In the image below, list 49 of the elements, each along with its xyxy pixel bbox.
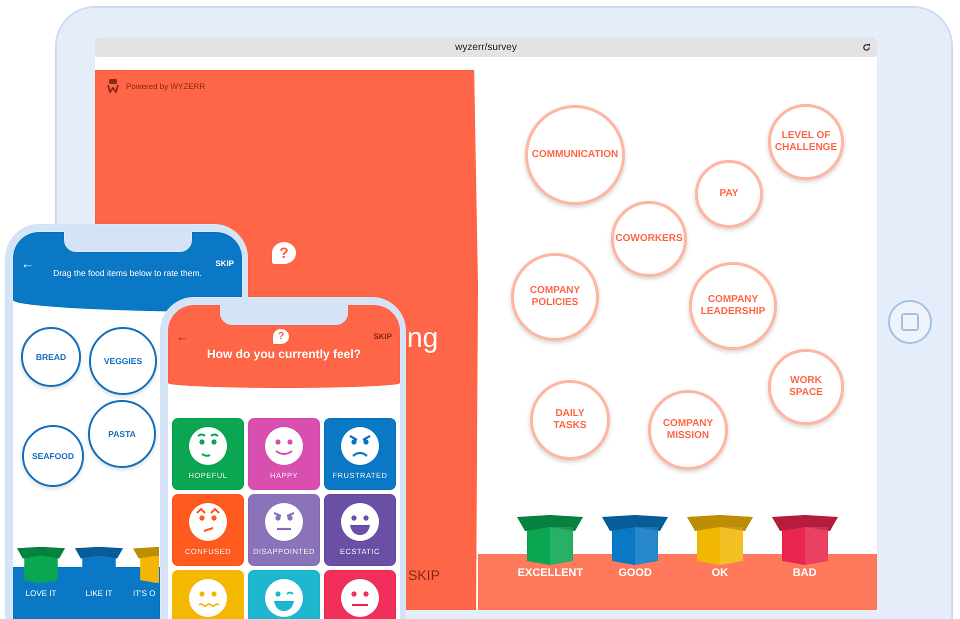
bin-label: EXCELLENT: [518, 567, 584, 579]
skip-button[interactable]: SKIP: [215, 259, 234, 268]
face-icon: [264, 426, 304, 466]
bin-label: LIKE IT: [86, 589, 112, 598]
topic-bubble[interactable]: LEVEL OF CHALLENGE: [768, 104, 844, 180]
topic-bubble[interactable]: COMPANY MISSION: [648, 390, 728, 470]
food-bubble[interactable]: SEAFOOD: [22, 425, 84, 487]
powered-by-text: Powered by WYZERR: [126, 82, 206, 90]
face-icon: [188, 502, 228, 542]
bin-label: GOOD: [618, 567, 652, 579]
box-icon[interactable]: [772, 515, 838, 565]
food-bubble[interactable]: BREAD: [21, 327, 81, 387]
prompt-text: Drag the food items below to rate them.: [52, 268, 203, 278]
face-icon: [264, 502, 304, 542]
topic-bubble[interactable]: PAY: [695, 160, 763, 228]
face-icon: [340, 578, 380, 618]
box-icon[interactable]: [133, 547, 159, 583]
help-bubble[interactable]: ?: [272, 242, 296, 264]
topic-bubble[interactable]: COMPANY POLICIES: [511, 253, 599, 341]
back-button[interactable]: ←: [21, 256, 34, 271]
address-bar[interactable]: wyzerr/survey: [95, 38, 877, 57]
face-icon: [340, 502, 380, 542]
topic-bubble[interactable]: WORK SPACE: [768, 349, 844, 425]
help-bubble[interactable]: ?: [273, 329, 290, 344]
box-icon[interactable]: [517, 515, 584, 565]
topic-bubble[interactable]: COMMUNICATION: [525, 105, 625, 205]
box-icon[interactable]: [686, 515, 753, 565]
box-icon[interactable]: [17, 547, 65, 583]
box-icon[interactable]: [602, 515, 668, 565]
skip-button[interactable]: SKIP: [373, 332, 392, 341]
owl-logo-icon: [107, 79, 119, 93]
face-icon: [264, 578, 304, 618]
face-icon: [188, 426, 228, 466]
topic-bubble[interactable]: COMPANY LEADERSHIP: [689, 262, 777, 350]
face-icon: [340, 426, 380, 466]
question-text: How do you currently feel?: [206, 347, 362, 361]
reload-icon[interactable]: [862, 43, 871, 52]
skip-button[interactable]: SKIP: [408, 567, 440, 583]
bin-label: OK: [712, 567, 728, 579]
topic-bubble[interactable]: COWORKERS: [611, 201, 687, 277]
food-bubble[interactable]: VEGGIES: [89, 327, 157, 395]
bin-label: BAD: [792, 567, 817, 579]
topic-bubble[interactable]: DAILY TASKS: [530, 380, 610, 460]
question-text: ng: [407, 322, 438, 354]
back-button[interactable]: ←: [176, 329, 189, 344]
face-icon: [188, 578, 228, 618]
bin-label: LOVE IT: [26, 589, 56, 598]
food-bubble[interactable]: PASTA: [88, 400, 156, 468]
bin-label: IT'S O: [133, 589, 156, 598]
